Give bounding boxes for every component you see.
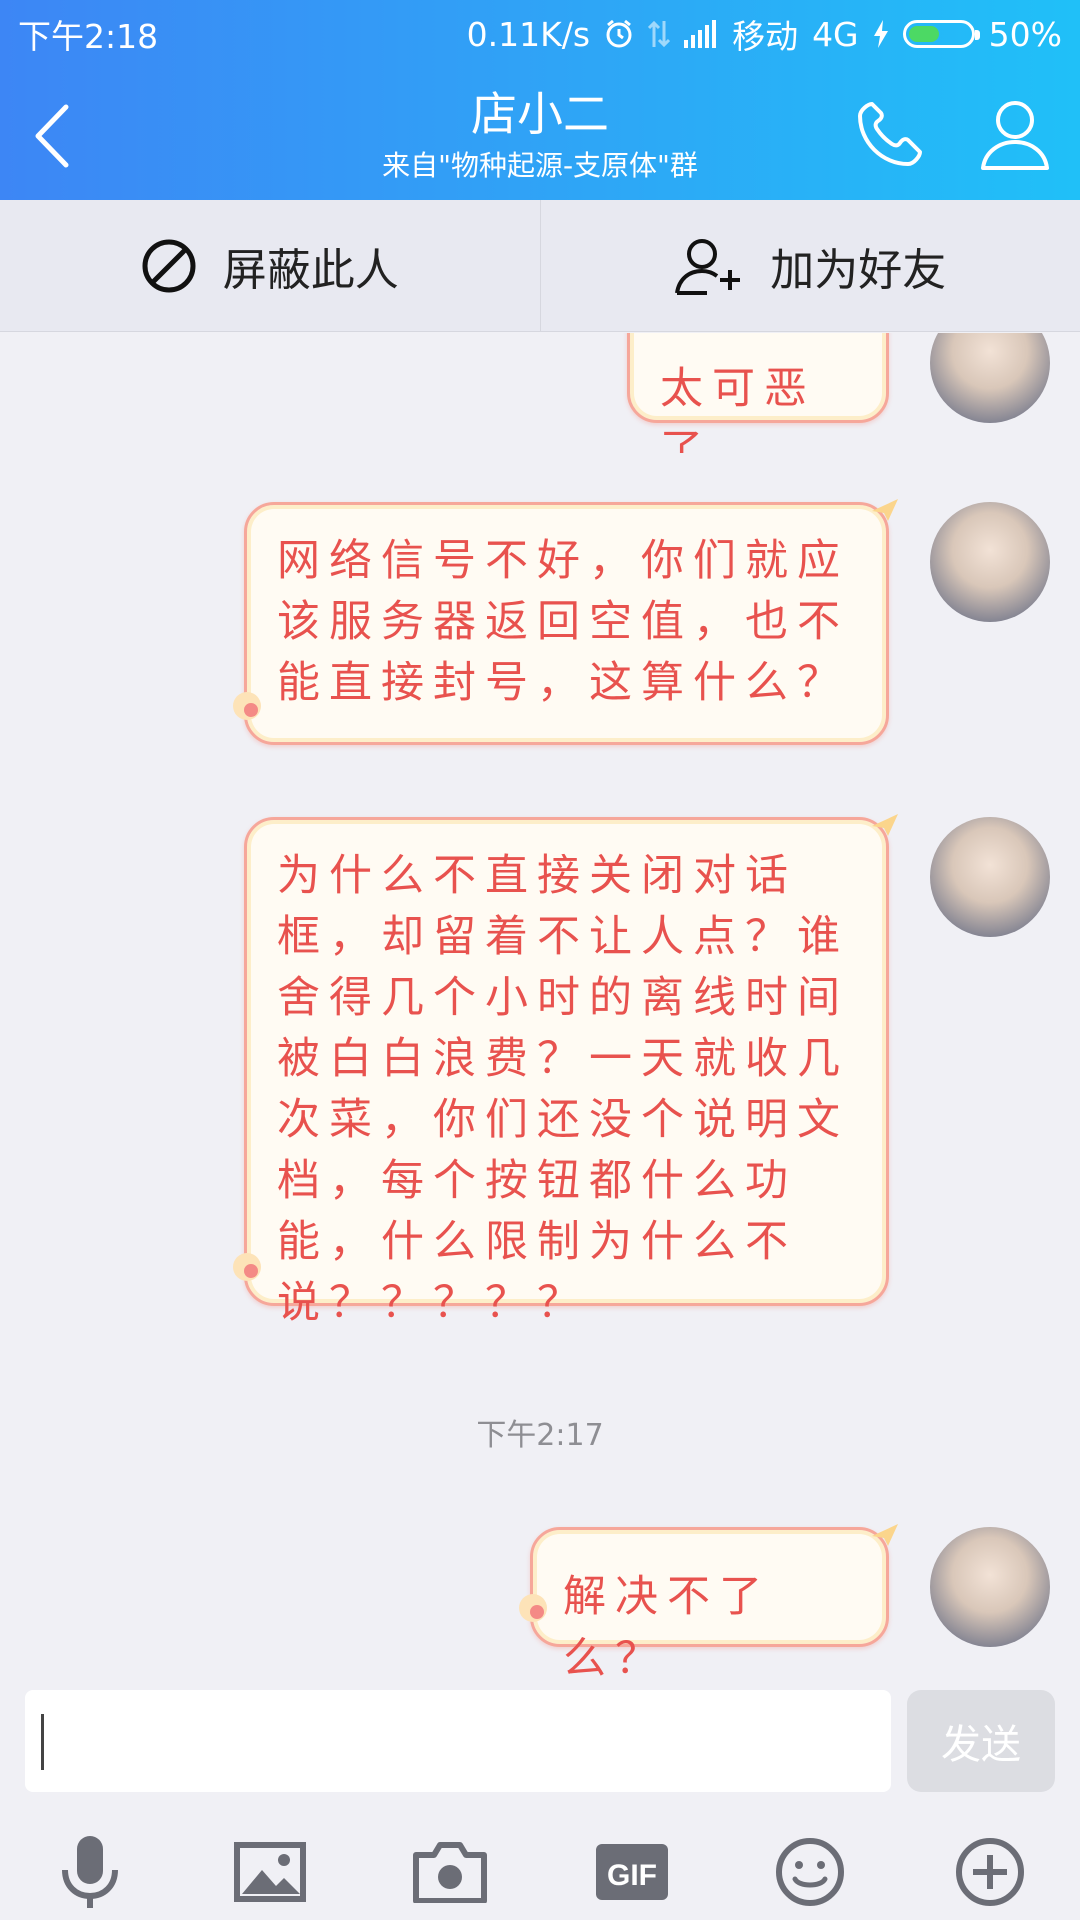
- avatar[interactable]: [930, 817, 1050, 937]
- message-text: 网络信号不好，你们就应该服务器返回空值，也不能直接封号，这算什么？: [277, 536, 849, 708]
- paper-plane-icon: [872, 1524, 898, 1546]
- flower-icon: [233, 692, 261, 720]
- battery-icon: [902, 20, 980, 48]
- page-title: 店小二: [471, 87, 609, 141]
- network-type: 4G: [812, 14, 859, 54]
- profile-button[interactable]: [975, 94, 1055, 174]
- status-time: 下午2:18: [18, 17, 159, 56]
- message-input[interactable]: [25, 1690, 891, 1792]
- message-timestamp: 下午2:17: [476, 1418, 604, 1453]
- back-button[interactable]: [22, 96, 82, 176]
- text-caret: [41, 1714, 44, 1770]
- image-icon[interactable]: [230, 1832, 310, 1912]
- message-text: 解决不了么？: [563, 1572, 771, 1684]
- charging-icon: [873, 20, 889, 48]
- message-bubble[interactable]: 为什么不直接关闭对话框，却留着不让人点？谁舍得几个小时的离线时间被白白浪费？一天…: [233, 814, 898, 1328]
- block-button[interactable]: 屏蔽此人: [0, 200, 540, 331]
- gif-icon[interactable]: GIF: [592, 1832, 672, 1912]
- message-bubble[interactable]: 解决不了么？: [519, 1524, 898, 1684]
- flower-icon: [519, 1594, 547, 1622]
- flower-icon: [233, 1253, 261, 1281]
- add-friend-button[interactable]: 加为好友: [539, 200, 1080, 331]
- avatar[interactable]: [930, 333, 1050, 423]
- block-label: 屏蔽此人: [222, 244, 399, 296]
- alarm-icon: [604, 19, 634, 49]
- message-bubble[interactable]: 网络信号不好，你们就应该服务器返回空值，也不能直接封号，这算什么？: [233, 499, 898, 745]
- message-bubble[interactable]: 太可恶了: [627, 333, 889, 453]
- avatar[interactable]: [930, 1527, 1050, 1647]
- person-icon: [981, 101, 1049, 170]
- message-text: 太可恶了: [660, 364, 816, 453]
- call-button[interactable]: [850, 94, 930, 174]
- status-indicators: 0.11K/s 移动 4G 50%: [467, 10, 1062, 58]
- message-row: 太可恶了: [0, 333, 1080, 453]
- battery-percent: 50%: [988, 14, 1062, 54]
- plus-icon[interactable]: [950, 1832, 1030, 1912]
- status-bar: 下午2:18 0.11K/s 移动 4G 50%: [0, 0, 1080, 60]
- phone-icon: [858, 102, 922, 166]
- battery-level: [908, 26, 939, 42]
- title-block: 店小二 来自"物种起源-支原体"群: [240, 86, 840, 184]
- microphone-icon[interactable]: [50, 1832, 130, 1912]
- title-bar: 店小二 来自"物种起源-支原体"群: [0, 60, 1080, 200]
- page-subtitle: 来自"物种起源-支原体"群: [382, 149, 698, 182]
- carrier-label: 移动: [732, 17, 799, 56]
- camera-icon[interactable]: [410, 1832, 490, 1912]
- avatar[interactable]: [930, 502, 1050, 622]
- paper-plane-icon: [872, 499, 898, 521]
- data-transfer-icon: [648, 19, 671, 49]
- paper-plane-icon: [872, 814, 898, 836]
- input-toolbar: GIF: [0, 1810, 1080, 1920]
- block-icon: [142, 239, 196, 292]
- chat-header: 下午2:18 0.11K/s 移动 4G 50% 店小二 来自"物种起源-支原体…: [0, 0, 1080, 200]
- stranger-action-bar: 屏蔽此人 加为好友: [0, 200, 1080, 332]
- message-text: 为什么不直接关闭对话框，却留着不让人点？谁舍得几个小时的离线时间被白白浪费？一天…: [277, 851, 849, 1328]
- signal-icon: [684, 20, 718, 48]
- emoji-icon[interactable]: [770, 1832, 850, 1912]
- add-person-icon: [675, 238, 741, 295]
- net-speed: 0.11K/s: [466, 14, 591, 54]
- gif-label: GIF: [607, 1859, 657, 1892]
- add-friend-label: 加为好友: [770, 244, 947, 296]
- send-button[interactable]: 发送: [907, 1690, 1055, 1792]
- chevron-left-icon: [35, 104, 69, 168]
